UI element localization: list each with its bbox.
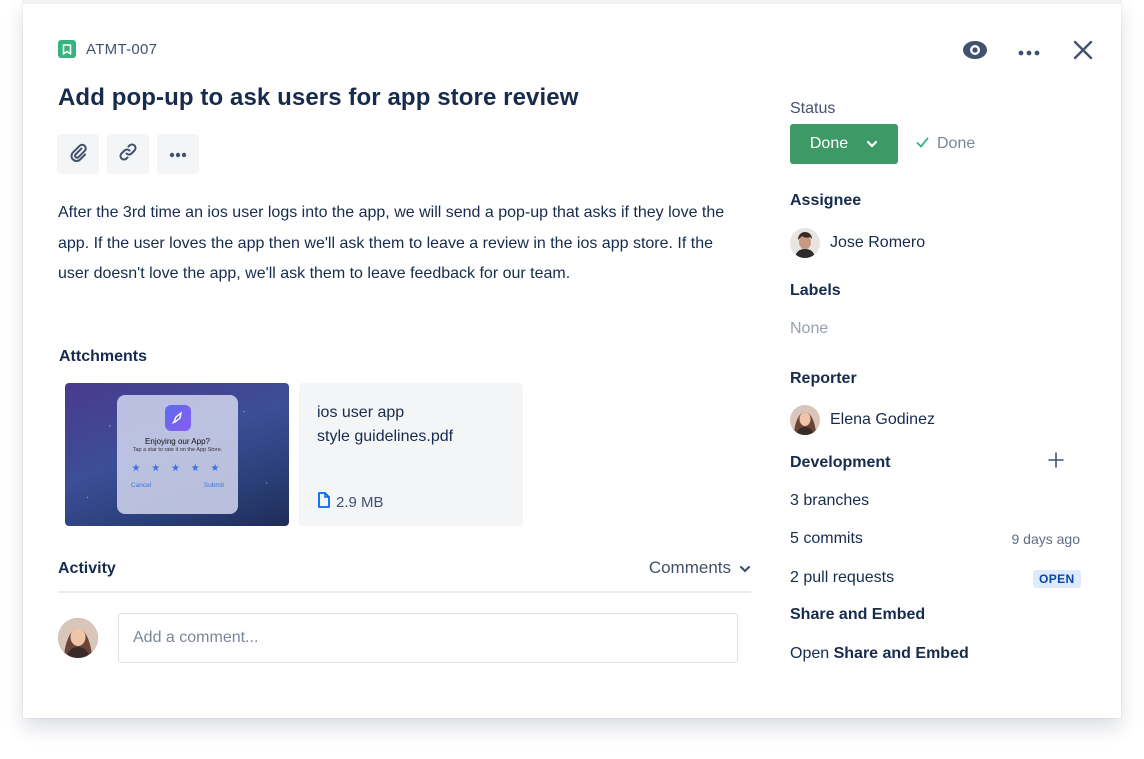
link-button[interactable] [107, 134, 149, 174]
more-options-button[interactable] [1015, 38, 1043, 66]
activity-header: Activity Comments [58, 556, 751, 593]
rocket-icon [164, 405, 191, 431]
add-development-button[interactable] [1048, 452, 1064, 473]
activity-filter-label: Comments [648, 558, 731, 577]
commits-link[interactable]: 5 commits [790, 530, 863, 548]
chevron-down-icon [739, 558, 751, 578]
status-dropdown[interactable]: Done [790, 124, 898, 164]
issue-title[interactable]: Add pop-up to ask users for app store re… [58, 84, 579, 112]
close-icon [1073, 40, 1093, 65]
reporter-field[interactable]: Elena Godinez [790, 405, 935, 435]
watch-button[interactable] [961, 38, 989, 66]
avatar [790, 228, 820, 258]
more-actions-button[interactable] [157, 134, 199, 174]
dialog-title: Enjoying our App? [145, 437, 210, 446]
attachments-heading: Attchments [59, 348, 148, 365]
branches-link[interactable]: 3 branches [790, 492, 869, 510]
file-name-line-2: style guidelines.pdf [317, 428, 454, 445]
image-attachment[interactable]: Enjoying our App? Tap a star to rate it … [65, 383, 289, 526]
dialog-buttons: Cancel Submit [117, 482, 238, 489]
share-link-prefix: Open [790, 645, 830, 662]
avatar [58, 618, 98, 658]
resolution: Done [916, 135, 975, 153]
check-icon [916, 135, 929, 153]
comment-composer [58, 613, 738, 663]
app-rating-dialog-preview: Enjoying our App? Tap a star to rate it … [117, 395, 238, 514]
issue-key-text: ATMT-007 [86, 40, 158, 58]
star-rating-icons: ★ ★ ★ ★ ★ [131, 463, 224, 474]
status-badge: OPEN [1033, 570, 1081, 588]
file-name-line-1: ios user app [317, 404, 405, 421]
paperclip-icon [68, 142, 88, 167]
share-link-bold: Share and Embed [833, 645, 969, 662]
issue-detail-panel: ATMT-007 Add pop-up to ask users for app… [23, 0, 1121, 718]
eye-icon [962, 40, 988, 65]
issue-description[interactable]: After the 3rd time an ios user logs into… [58, 198, 748, 290]
share-embed-label: Share and Embed [790, 606, 926, 623]
close-button[interactable] [1069, 38, 1097, 66]
file-size-text: 2.9 MB [336, 493, 384, 511]
open-share-embed-link[interactable]: Open Share and Embed [790, 645, 969, 663]
labels-label: Labels [790, 282, 841, 299]
issue-key[interactable]: ATMT-007 [58, 40, 157, 58]
plus-icon [1048, 452, 1064, 472]
dialog-cancel: Cancel [131, 482, 152, 489]
assignee-field[interactable]: Jose Romero [790, 228, 925, 258]
header-actions [961, 38, 1097, 66]
attachments-list: Enjoying our App? Tap a star to rate it … [65, 383, 523, 526]
status-label: Status [790, 100, 836, 117]
link-icon [118, 142, 138, 167]
issue-toolbar [57, 134, 199, 174]
resolution-text: Done [937, 135, 976, 152]
assignee-label: Assignee [790, 192, 862, 209]
reporter-name: Elena Godinez [830, 411, 935, 428]
status-value: Done [809, 135, 849, 152]
avatar [790, 405, 820, 435]
chevron-down-icon [866, 135, 878, 153]
pull-requests-link[interactable]: 2 pull requests [790, 569, 894, 587]
dialog-submit: Submit [203, 482, 224, 489]
labels-value[interactable]: None [790, 320, 828, 338]
activity-filter-dropdown[interactable]: Comments [649, 558, 751, 578]
assignee-name: Jose Romero [830, 234, 926, 251]
file-attachment[interactable]: ios user app style guidelines.pdf 2.9 MB [299, 383, 523, 526]
comment-input[interactable] [118, 613, 738, 663]
ellipsis-icon [168, 145, 188, 163]
dialog-subtitle: Tap a star to rate it on the App Store. [132, 447, 223, 453]
story-icon [58, 40, 76, 58]
file-size: 2.9 MB [317, 492, 384, 512]
ellipsis-icon [1017, 43, 1041, 61]
activity-heading: Activity [58, 560, 116, 577]
reporter-label: Reporter [790, 370, 857, 387]
attach-button[interactable] [57, 134, 99, 174]
document-icon [317, 492, 330, 512]
file-name: ios user app style guidelines.pdf [317, 401, 497, 449]
development-label: Development [790, 454, 891, 471]
commits-age: 9 days ago [1011, 531, 1081, 547]
